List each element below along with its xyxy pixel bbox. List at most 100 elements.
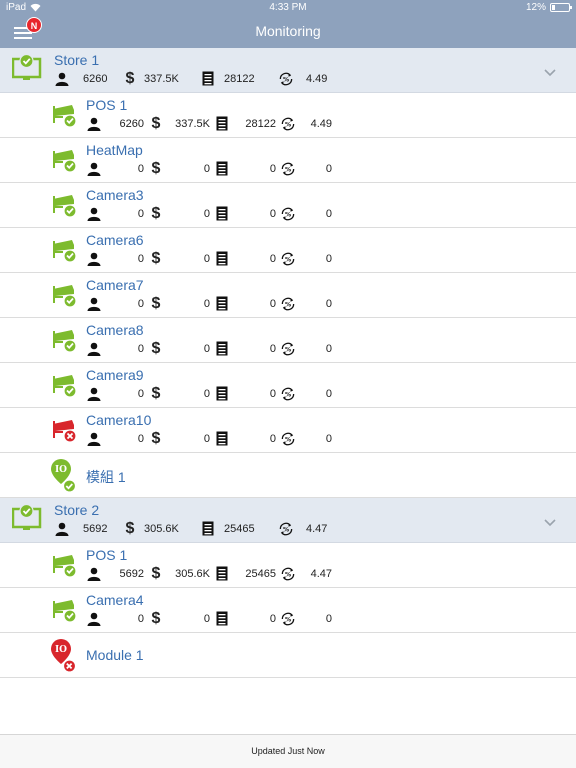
camera-online-icon bbox=[52, 553, 78, 584]
receipt-icon bbox=[214, 296, 230, 312]
camera-row[interactable]: POS 1 5692 $305.6K 25465% 4.47 bbox=[0, 543, 576, 588]
conversion-rate-icon: % bbox=[280, 251, 296, 267]
conversion-stat: % 4.47 bbox=[278, 521, 334, 537]
transactions-count: 0 bbox=[269, 297, 276, 310]
dollar-icon: $ bbox=[151, 249, 161, 267]
transactions-count: 0 bbox=[269, 207, 276, 220]
camera-stats: 0 $0 0% 0 bbox=[86, 250, 336, 267]
transactions-stat: 28122 bbox=[214, 116, 280, 132]
transactions-count: 25465 bbox=[245, 567, 276, 580]
camera-online-icon bbox=[52, 283, 78, 314]
dollar-icon: $ bbox=[151, 294, 161, 312]
module-row[interactable]: IO Module 1 bbox=[0, 633, 576, 678]
people-stat: 6260 bbox=[54, 71, 122, 87]
io-module-online-icon: IO bbox=[50, 458, 78, 499]
dollar-icon: $ bbox=[151, 429, 161, 447]
svg-text:%: % bbox=[285, 436, 291, 443]
conversion-value: 0 bbox=[325, 162, 332, 175]
dollar-icon: $ bbox=[151, 609, 161, 627]
person-icon bbox=[86, 161, 102, 177]
page-title: Monitoring bbox=[255, 23, 321, 39]
people-count: 6260 bbox=[119, 117, 144, 130]
conversion-value: 0 bbox=[325, 432, 332, 445]
people-count: 0 bbox=[137, 207, 144, 220]
people-stat: 5692 bbox=[86, 566, 148, 582]
clock: 4:33 PM bbox=[269, 2, 307, 13]
people-count: 0 bbox=[137, 387, 144, 400]
people-count: 0 bbox=[137, 432, 144, 445]
receipt-icon bbox=[214, 566, 230, 582]
conversion-stat: % 0 bbox=[280, 161, 336, 177]
revenue-stat: $0 bbox=[148, 294, 214, 312]
transactions-stat: 25465 bbox=[214, 566, 280, 582]
receipt-icon bbox=[214, 341, 230, 357]
camera-row[interactable]: POS 1 6260 $337.5K 28122% 4.49 bbox=[0, 93, 576, 138]
receipt-icon bbox=[214, 386, 230, 402]
person-icon bbox=[86, 116, 102, 132]
camera-stats: 6260 $337.5K 28122% 4.49 bbox=[86, 115, 336, 132]
camera-row[interactable]: Camera8 0 $0 0% 0 bbox=[0, 318, 576, 363]
revenue-stat: $337.5K bbox=[148, 114, 214, 132]
conversion-stat: % 0 bbox=[280, 431, 336, 447]
camera-row[interactable]: Camera6 0 $0 0% 0 bbox=[0, 228, 576, 273]
conversion-value: 4.47 bbox=[310, 567, 332, 580]
store-header[interactable]: Store 1 6260 $337.5K 28122% 4.49 bbox=[0, 48, 576, 93]
conversion-rate-icon: % bbox=[280, 611, 296, 627]
svg-text:%: % bbox=[283, 76, 289, 83]
conversion-stat: % 0 bbox=[280, 206, 336, 222]
camera-row[interactable]: Camera4 0 $0 0% 0 bbox=[0, 588, 576, 633]
person-icon bbox=[86, 296, 102, 312]
camera-online-icon bbox=[52, 598, 78, 629]
chevron-down-icon[interactable] bbox=[544, 514, 556, 532]
camera-row[interactable]: Camera10 0 $0 0% 0 bbox=[0, 408, 576, 453]
camera-name: Camera4 bbox=[86, 592, 144, 608]
transactions-count: 0 bbox=[269, 432, 276, 445]
camera-name: Camera9 bbox=[86, 367, 144, 383]
svg-text:%: % bbox=[285, 571, 291, 578]
person-icon bbox=[86, 566, 102, 582]
camera-online-icon bbox=[52, 193, 78, 224]
module-row[interactable]: IO 模組 1 bbox=[0, 453, 576, 498]
camera-stats: 0 $0 0 % 0 bbox=[86, 295, 336, 312]
revenue-stat: $0 bbox=[148, 385, 214, 402]
camera-name: POS 1 bbox=[86, 97, 128, 113]
people-count: 6260 bbox=[83, 72, 108, 85]
person-icon bbox=[86, 431, 102, 447]
revenue-value: 0 bbox=[203, 162, 210, 175]
person-icon bbox=[86, 251, 102, 267]
dollar-icon: $ bbox=[151, 114, 161, 132]
io-icon-label: IO bbox=[55, 465, 67, 475]
transactions-stat: 0 bbox=[214, 296, 280, 312]
conversion-stat: % 0 bbox=[280, 296, 336, 312]
store-header[interactable]: Store 2 5692 $305.6K 25465% 4.47 bbox=[0, 498, 576, 543]
camera-row[interactable]: Camera7 0 $0 0% 0 bbox=[0, 273, 576, 318]
conversion-rate-icon: % bbox=[280, 386, 296, 402]
transactions-count: 0 bbox=[269, 252, 276, 265]
svg-text:%: % bbox=[285, 166, 291, 173]
receipt-icon bbox=[214, 611, 230, 627]
people-count: 0 bbox=[137, 162, 144, 175]
people-count: 0 bbox=[137, 612, 144, 625]
people-stat: 0 bbox=[86, 341, 148, 357]
person-icon bbox=[86, 206, 102, 222]
conversion-rate-icon: % bbox=[280, 566, 296, 582]
people-stat: 0 bbox=[86, 386, 148, 402]
revenue-value: 0 bbox=[203, 387, 210, 400]
receipt-icon bbox=[214, 116, 230, 132]
conversion-value: 0 bbox=[325, 612, 332, 625]
transactions-count: 28122 bbox=[224, 72, 255, 85]
person-icon bbox=[54, 71, 70, 87]
transactions-count: 0 bbox=[269, 342, 276, 355]
camera-row[interactable]: Camera3 0 $0 0% 0 bbox=[0, 183, 576, 228]
chevron-down-icon[interactable] bbox=[544, 64, 556, 82]
svg-text:%: % bbox=[285, 616, 291, 623]
camera-row[interactable]: HeatMap 0 $0 0% 0 bbox=[0, 138, 576, 183]
revenue-stat: $0 bbox=[148, 205, 214, 222]
transactions-stat: 28122 bbox=[200, 71, 278, 87]
transactions-stat: 0 bbox=[214, 161, 280, 177]
conversion-stat: % 4.49 bbox=[278, 71, 334, 87]
camera-row[interactable]: Camera9 0 $0 0% 0 bbox=[0, 363, 576, 408]
conversion-stat: % 4.49 bbox=[280, 116, 336, 132]
people-count: 0 bbox=[137, 297, 144, 310]
people-stat: 0 bbox=[86, 206, 148, 222]
